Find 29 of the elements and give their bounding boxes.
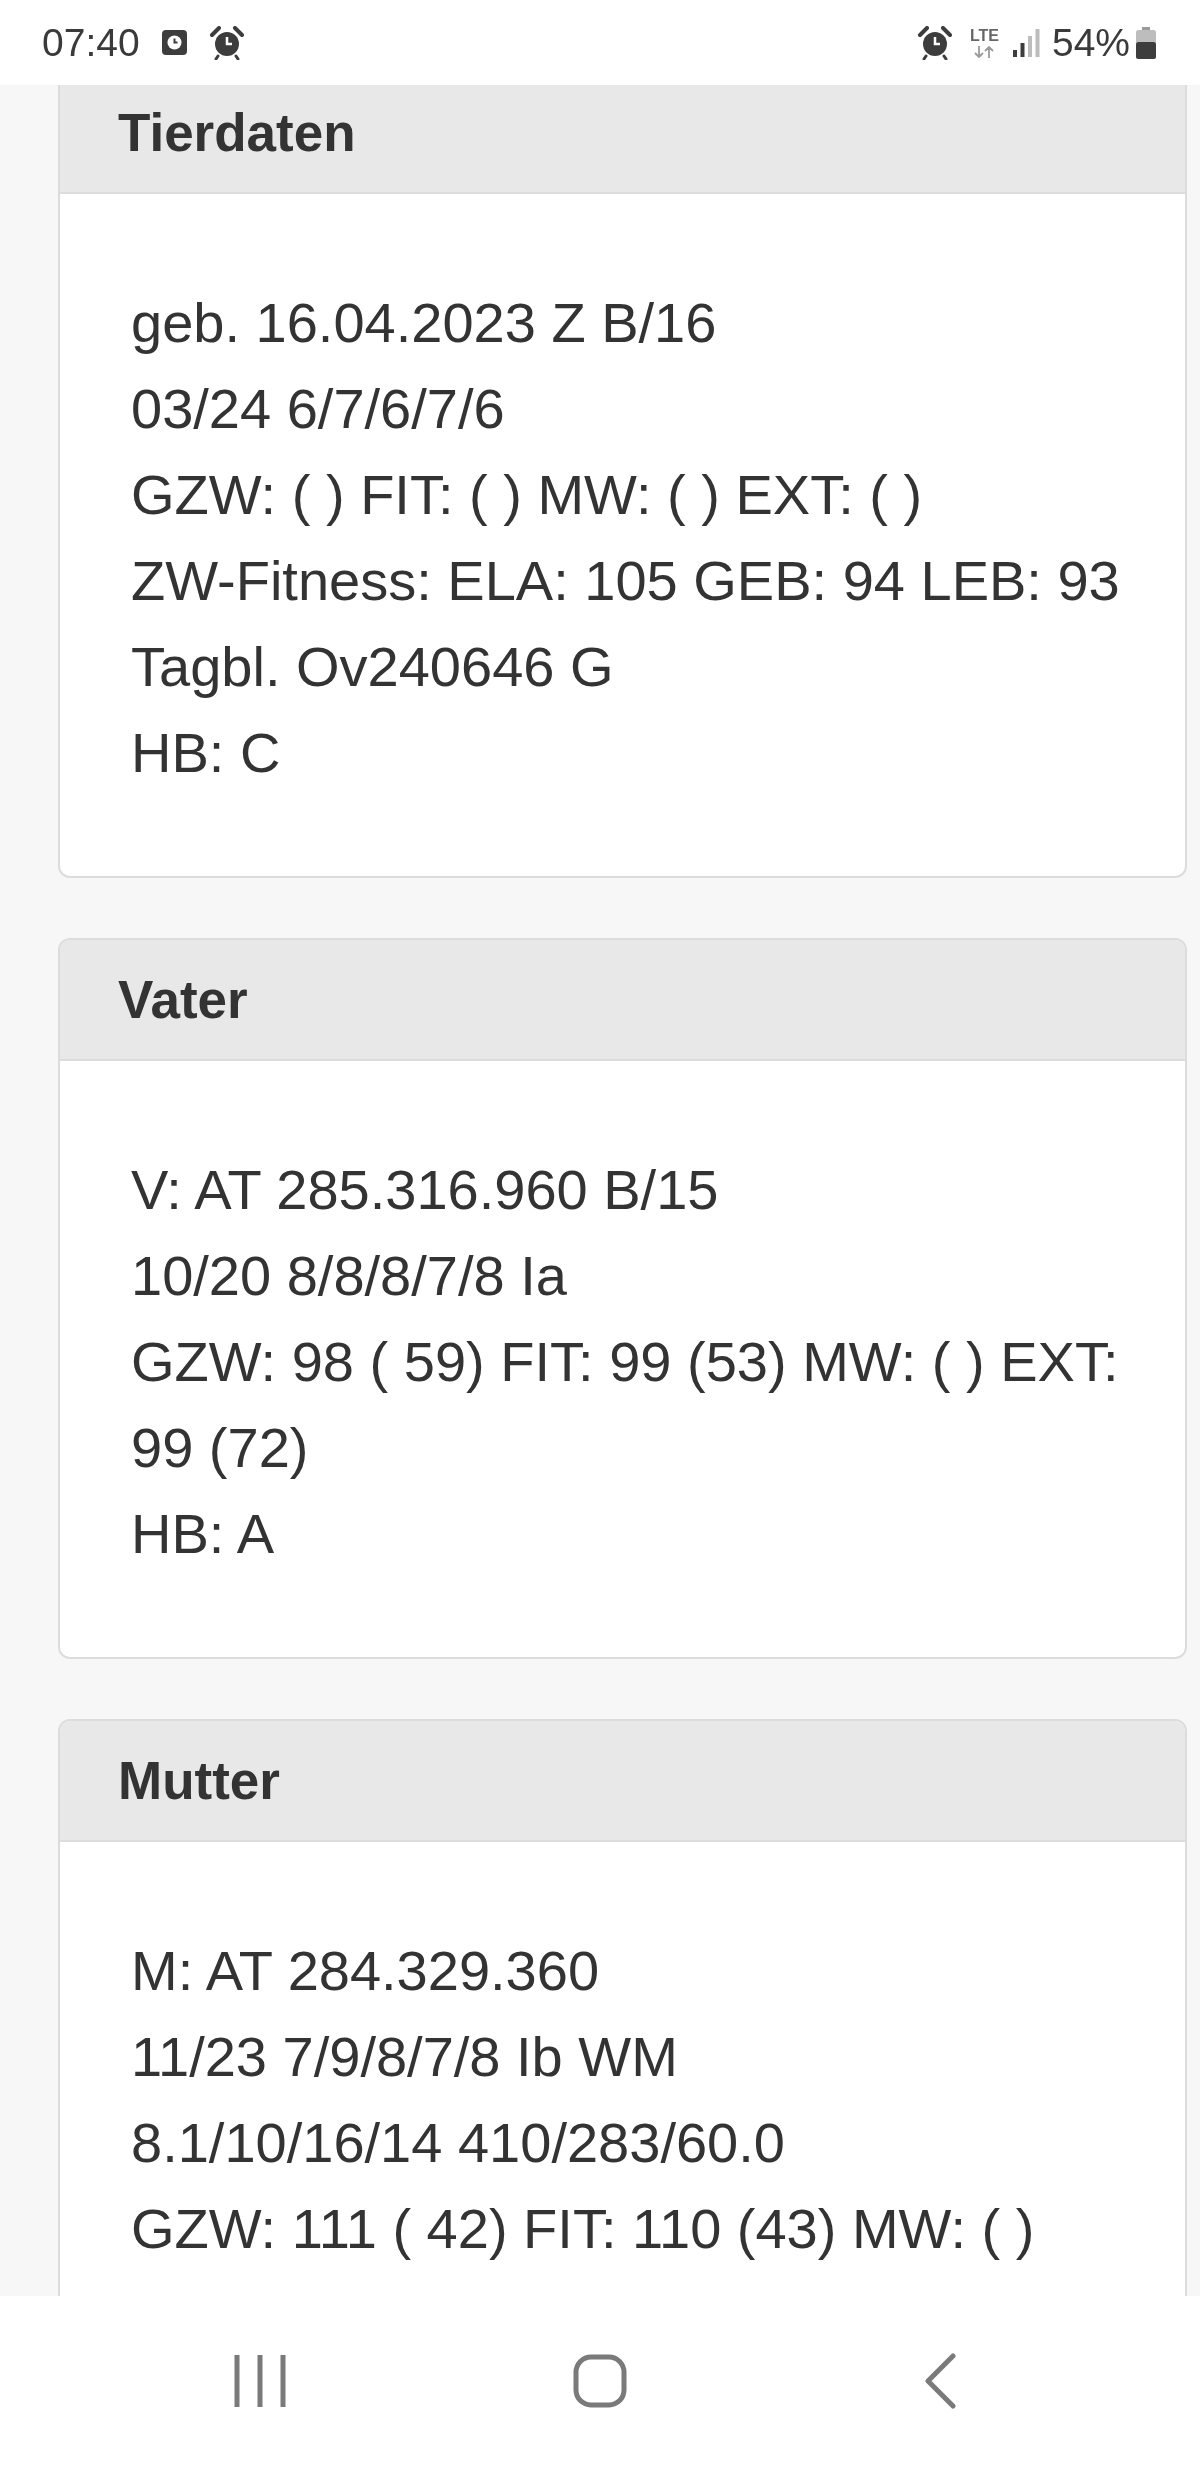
detail-line: HB: A bbox=[131, 1501, 276, 1567]
home-icon[interactable] bbox=[573, 2354, 627, 2408]
detail-line: V: AT 285.316.960 B/15 bbox=[131, 1157, 720, 1223]
detail-line: 10/20 8/8/8/7/8 Ia bbox=[131, 1243, 568, 1309]
detail-line: HB: C bbox=[131, 720, 282, 786]
detail-line: 03/24 6/7/6/7/6 bbox=[131, 376, 506, 442]
detail-line: ZW-Fitness: ELA: 105 GEB: 94 LEB: 93 bbox=[131, 548, 1121, 614]
card-title: Tierdaten bbox=[118, 106, 356, 159]
alarm-clock-icon bbox=[916, 25, 953, 60]
signal-icon bbox=[1012, 28, 1040, 57]
back-icon[interactable] bbox=[924, 2353, 956, 2409]
battery-icon bbox=[1136, 26, 1156, 59]
detail-line: 11/23 7/9/8/7/8 Ib WM bbox=[131, 2024, 679, 2090]
detail-line: GZW: ( ) FIT: ( ) MW: ( ) EXT: ( ) bbox=[131, 462, 924, 528]
network-type: LTE bbox=[969, 27, 999, 44]
detail-line: GZW: 111 ( 42) FIT: 110 (43) MW: ( ) bbox=[131, 2196, 1036, 2262]
battery-percent: 54% bbox=[1051, 23, 1130, 62]
alarm-clock-icon bbox=[208, 25, 245, 60]
detail-line: 8.1/10/16/14 410/283/60.0 bbox=[131, 2110, 786, 2176]
clock-icon bbox=[161, 30, 187, 55]
detail-line: GZW: 98 ( 59) FIT: 99 (53) MW: ( ) EXT: 99 (72) bbox=[131, 1329, 1120, 1481]
card-title: Vater bbox=[118, 973, 248, 1026]
recent-apps-icon[interactable] bbox=[233, 2355, 287, 2407]
status-time: 07:40 bbox=[42, 23, 140, 62]
detail-line: Tagbl. Ov240646 G bbox=[131, 634, 615, 700]
data-arrows-icon bbox=[973, 45, 996, 58]
detail-line: M: AT 284.329.360 bbox=[131, 1938, 601, 2004]
card-title: Mutter bbox=[118, 1754, 280, 1807]
detail-line: geb. 16.04.2023 Z B/16 bbox=[131, 290, 718, 356]
